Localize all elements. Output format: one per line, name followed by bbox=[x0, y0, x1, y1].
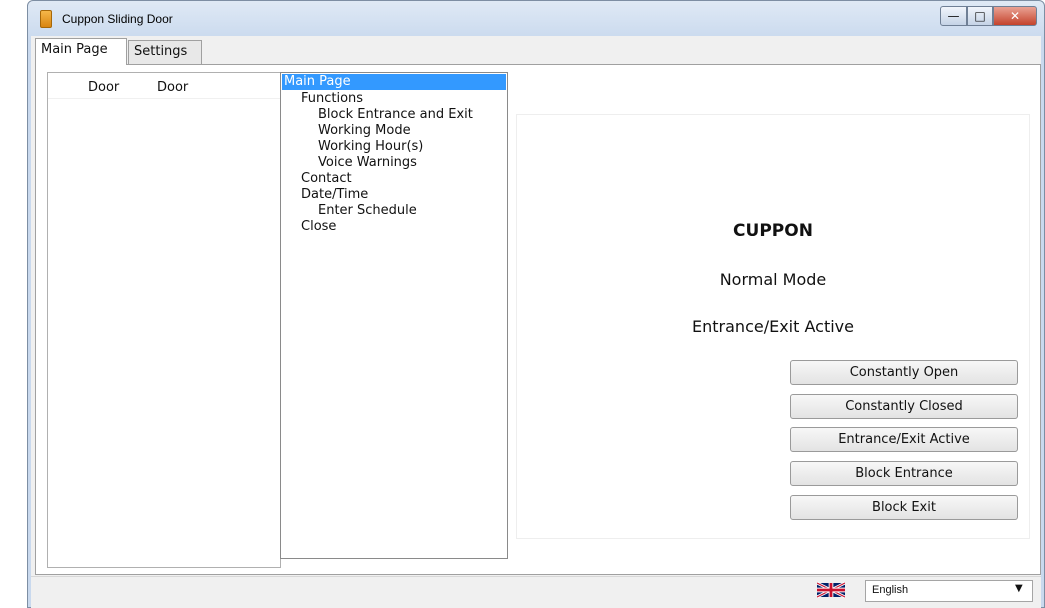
mode-label: Normal Mode bbox=[719, 270, 827, 289]
close-button[interactable]: ✕ bbox=[993, 6, 1037, 26]
chevron-down-icon[interactable]: ▼ bbox=[1015, 583, 1023, 594]
column-header-door[interactable]: Door bbox=[88, 80, 119, 95]
maximize-button[interactable]: □ bbox=[967, 6, 993, 26]
uk-flag-icon bbox=[817, 581, 845, 599]
entrance-exit-active-button[interactable]: Entrance/Exit Active bbox=[790, 427, 1018, 452]
tree-item-enter-schedule[interactable]: Enter Schedule bbox=[318, 203, 417, 219]
tree-item-voice-warnings[interactable]: Voice Warnings bbox=[318, 155, 417, 171]
constantly-open-button[interactable]: Constantly Open bbox=[790, 360, 1018, 385]
maximize-icon: □ bbox=[974, 9, 986, 23]
window-title: Cuppon Sliding Door bbox=[62, 12, 173, 26]
block-entrance-button[interactable]: Block Entrance bbox=[790, 461, 1018, 486]
active-state-label: Entrance/Exit Active bbox=[692, 317, 854, 336]
minimize-icon: — bbox=[947, 9, 960, 23]
brand-label: CUPPON bbox=[733, 221, 813, 241]
title-bar[interactable] bbox=[27, 0, 1045, 36]
tree-item-block-entrance-exit[interactable]: Block Entrance and Exit bbox=[318, 107, 473, 123]
tree-item-working-mode[interactable]: Working Mode bbox=[318, 123, 411, 139]
app-icon bbox=[40, 10, 52, 28]
tab-main-page[interactable]: Main Page bbox=[35, 38, 127, 65]
tree-item-date-time[interactable]: Date/Time bbox=[301, 187, 368, 203]
block-exit-button[interactable]: Block Exit bbox=[790, 495, 1018, 520]
tree-item-functions[interactable]: Functions bbox=[301, 91, 363, 107]
tab-settings[interactable]: Settings bbox=[128, 40, 202, 64]
tree-item-main-page[interactable]: Main Page bbox=[282, 74, 506, 90]
close-icon: ✕ bbox=[1009, 9, 1021, 23]
door-list[interactable] bbox=[47, 72, 281, 568]
minimize-button[interactable]: — bbox=[940, 6, 967, 26]
constantly-closed-button[interactable]: Constantly Closed bbox=[790, 394, 1018, 419]
language-value: English bbox=[872, 584, 909, 596]
tree-item-working-hours[interactable]: Working Hour(s) bbox=[318, 139, 423, 155]
column-header-door[interactable]: Door bbox=[157, 80, 188, 95]
tree-item-close[interactable]: Close bbox=[301, 219, 336, 235]
tree-item-contact[interactable]: Contact bbox=[301, 171, 352, 187]
